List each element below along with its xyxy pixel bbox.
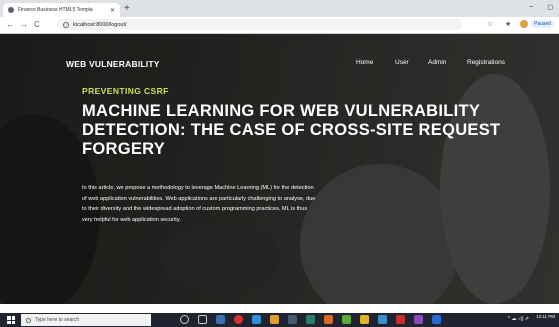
app-icon[interactable] <box>414 315 423 324</box>
app-icon[interactable] <box>270 315 279 324</box>
hero-section: WEB VULNERABILITY Home User Admin Regist… <box>0 34 559 304</box>
tab-title: Finance Business HTML5 Templa <box>18 7 93 13</box>
app-icon[interactable] <box>378 315 387 324</box>
app-icon[interactable] <box>306 315 315 324</box>
maximize-button[interactable]: ◻ <box>547 3 553 11</box>
globe-icon <box>8 7 14 13</box>
cortana-icon[interactable] <box>180 315 189 324</box>
taskbar: Type here to search ^ ☁ ◁) ⇗ 12:11 PM <box>0 313 559 327</box>
window-controls: – ◻ <box>529 3 553 11</box>
profile-avatar[interactable] <box>520 20 528 28</box>
new-tab-button[interactable]: + <box>124 3 130 15</box>
taskbar-search[interactable]: Type here to search <box>21 314 151 326</box>
minimize-button[interactable]: – <box>529 3 533 11</box>
nav-link-admin[interactable]: Admin <box>428 59 446 66</box>
taskbar-search-placeholder: Type here to search <box>35 317 80 323</box>
forward-icon[interactable]: → <box>20 19 28 31</box>
hero-eyebrow: PREVENTING CSRF <box>82 86 169 96</box>
browser-toolbar: ← → C localhost:8000/logout/ ☆ ★ Paused <box>0 17 559 34</box>
taskbar-app-icons <box>180 315 441 324</box>
taskbar-clock[interactable]: 12:11 PM <box>536 314 555 320</box>
nav-link-user[interactable]: User <box>395 59 409 66</box>
profile-status-badge[interactable]: Paused <box>531 20 554 28</box>
hero-description: In this article, we propose a methodolog… <box>82 185 316 224</box>
address-bar[interactable]: localhost:8000/logout/ <box>57 19 462 30</box>
hero-overlay <box>0 34 559 304</box>
app-icon[interactable] <box>252 315 261 324</box>
site-brand[interactable]: WEB VULNERABILITY <box>66 59 160 69</box>
system-tray-icons[interactable]: ^ ☁ ◁) ⇗ <box>508 316 529 322</box>
windows-start-icon[interactable] <box>7 316 15 324</box>
extensions-icon[interactable]: ★ <box>505 20 511 28</box>
nav-link-home[interactable]: Home <box>356 59 373 66</box>
app-icon[interactable] <box>360 315 369 324</box>
app-icon[interactable] <box>396 315 405 324</box>
task-view-icon[interactable] <box>198 315 207 324</box>
app-icon[interactable] <box>234 315 243 324</box>
app-icon[interactable] <box>342 315 351 324</box>
clock-time: 12:11 PM <box>536 314 555 319</box>
hero-headline: MACHINE LEARNING FOR WEB VULNERABILITY D… <box>82 102 501 158</box>
site-info-icon[interactable] <box>63 21 69 28</box>
reload-icon[interactable]: C <box>34 19 40 31</box>
browser-tab-strip: Finance Business HTML5 Templa ✕ + – ◻ <box>0 0 559 17</box>
app-icon[interactable] <box>324 315 333 324</box>
nav-link-registrations[interactable]: Registrations <box>467 59 505 66</box>
app-icon[interactable] <box>288 315 297 324</box>
app-icon[interactable] <box>432 315 441 324</box>
search-icon <box>26 317 31 323</box>
back-icon[interactable]: ← <box>6 19 14 31</box>
close-tab-icon[interactable]: ✕ <box>110 7 115 14</box>
url-text: localhost:8000/logout/ <box>73 21 127 28</box>
page-below-hero <box>0 304 559 313</box>
app-icon[interactable] <box>216 315 225 324</box>
browser-tab[interactable]: Finance Business HTML5 Templa ✕ <box>3 3 120 17</box>
bookmark-star-icon[interactable]: ☆ <box>487 20 493 28</box>
